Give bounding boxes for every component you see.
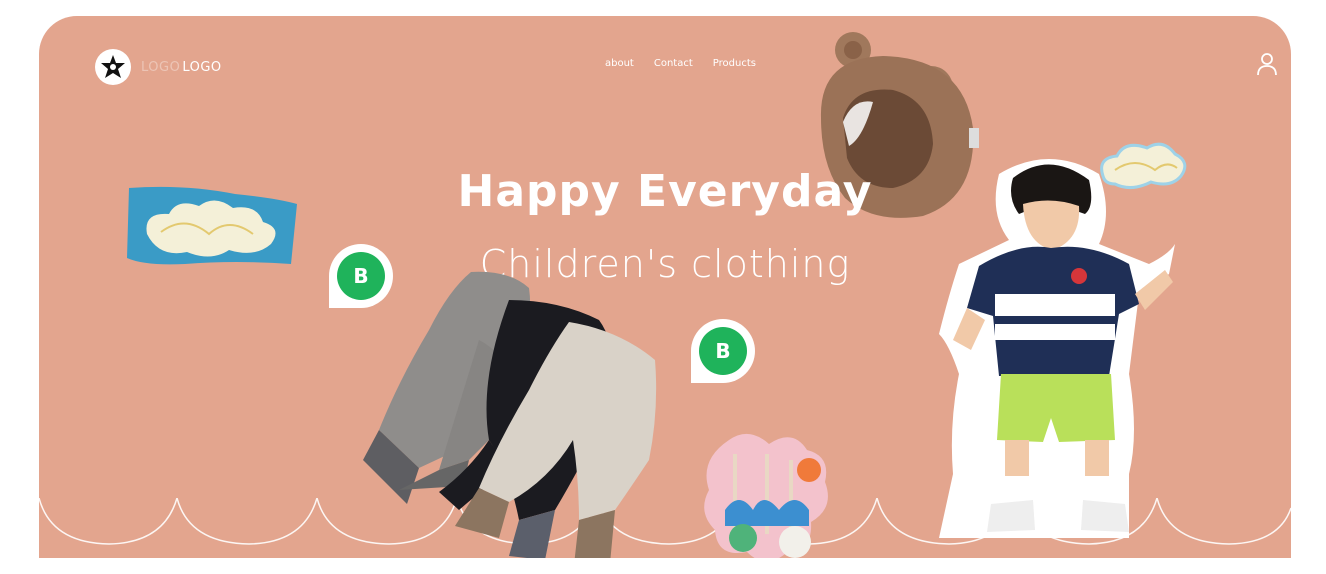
- site-logo[interactable]: LOGO LOGO: [95, 49, 222, 85]
- logo-main-text: LOGO: [182, 59, 222, 75]
- logo-ghost-text: LOGO: [141, 59, 181, 75]
- child-model-image: [939, 159, 1175, 538]
- logo-text: LOGO LOGO: [141, 60, 222, 75]
- user-icon[interactable]: [1256, 52, 1278, 76]
- chat-badge-label: B: [699, 327, 747, 375]
- star-logo-icon: [95, 49, 131, 85]
- toy-image: [704, 434, 828, 558]
- leggings-image: [363, 271, 657, 558]
- nav-item-products[interactable]: Products: [713, 58, 756, 69]
- hero-banner: LOGO LOGO about Contact Products Happy Ev…: [39, 16, 1291, 558]
- nav-item-contact[interactable]: Contact: [654, 58, 693, 69]
- chat-badge[interactable]: B: [691, 319, 755, 383]
- main-nav: about Contact Products: [605, 58, 756, 69]
- nav-item-about[interactable]: about: [605, 58, 634, 69]
